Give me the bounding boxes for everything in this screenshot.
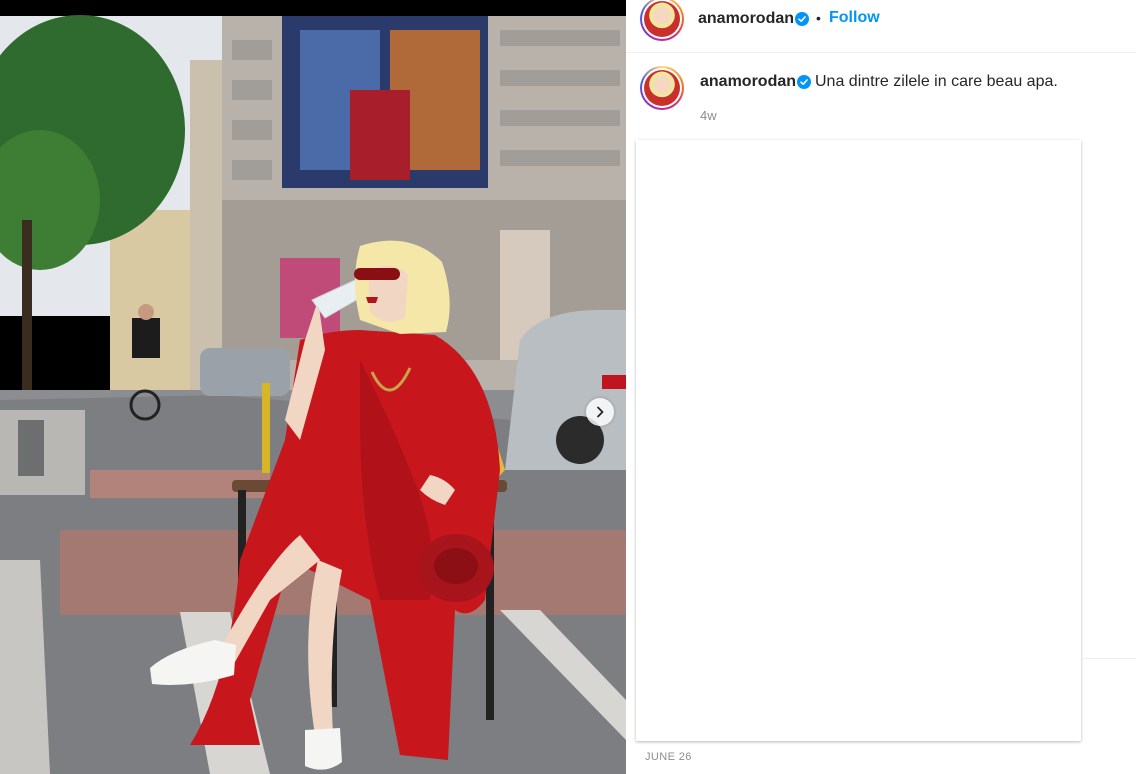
chevron-right-icon [597,406,604,418]
caption-avatar[interactable] [640,66,684,110]
follow-button[interactable]: Follow [829,9,880,27]
next-photo-button[interactable] [586,398,614,426]
street-photo [0,0,626,774]
post-header: anamorodan • Follow [626,0,1136,53]
post-side-panel: anamorodan • Follow anamorodan Una dintr… [626,0,1136,774]
caption-username[interactable]: anamorodan [700,73,796,91]
post-date[interactable]: JUNE 26 [645,751,692,763]
verified-badge-icon [795,12,809,26]
divider [1081,658,1136,659]
post-time-ago[interactable]: 4w [700,108,717,123]
verified-badge-icon [797,75,811,89]
post-photo[interactable] [0,0,626,774]
header-separator: • [816,10,821,26]
blank-overlay-card [636,140,1081,741]
avatar[interactable] [640,0,684,41]
caption-text: Una dintre zilele in care beau apa. [815,73,1058,90]
header-username[interactable]: anamorodan [698,10,794,28]
